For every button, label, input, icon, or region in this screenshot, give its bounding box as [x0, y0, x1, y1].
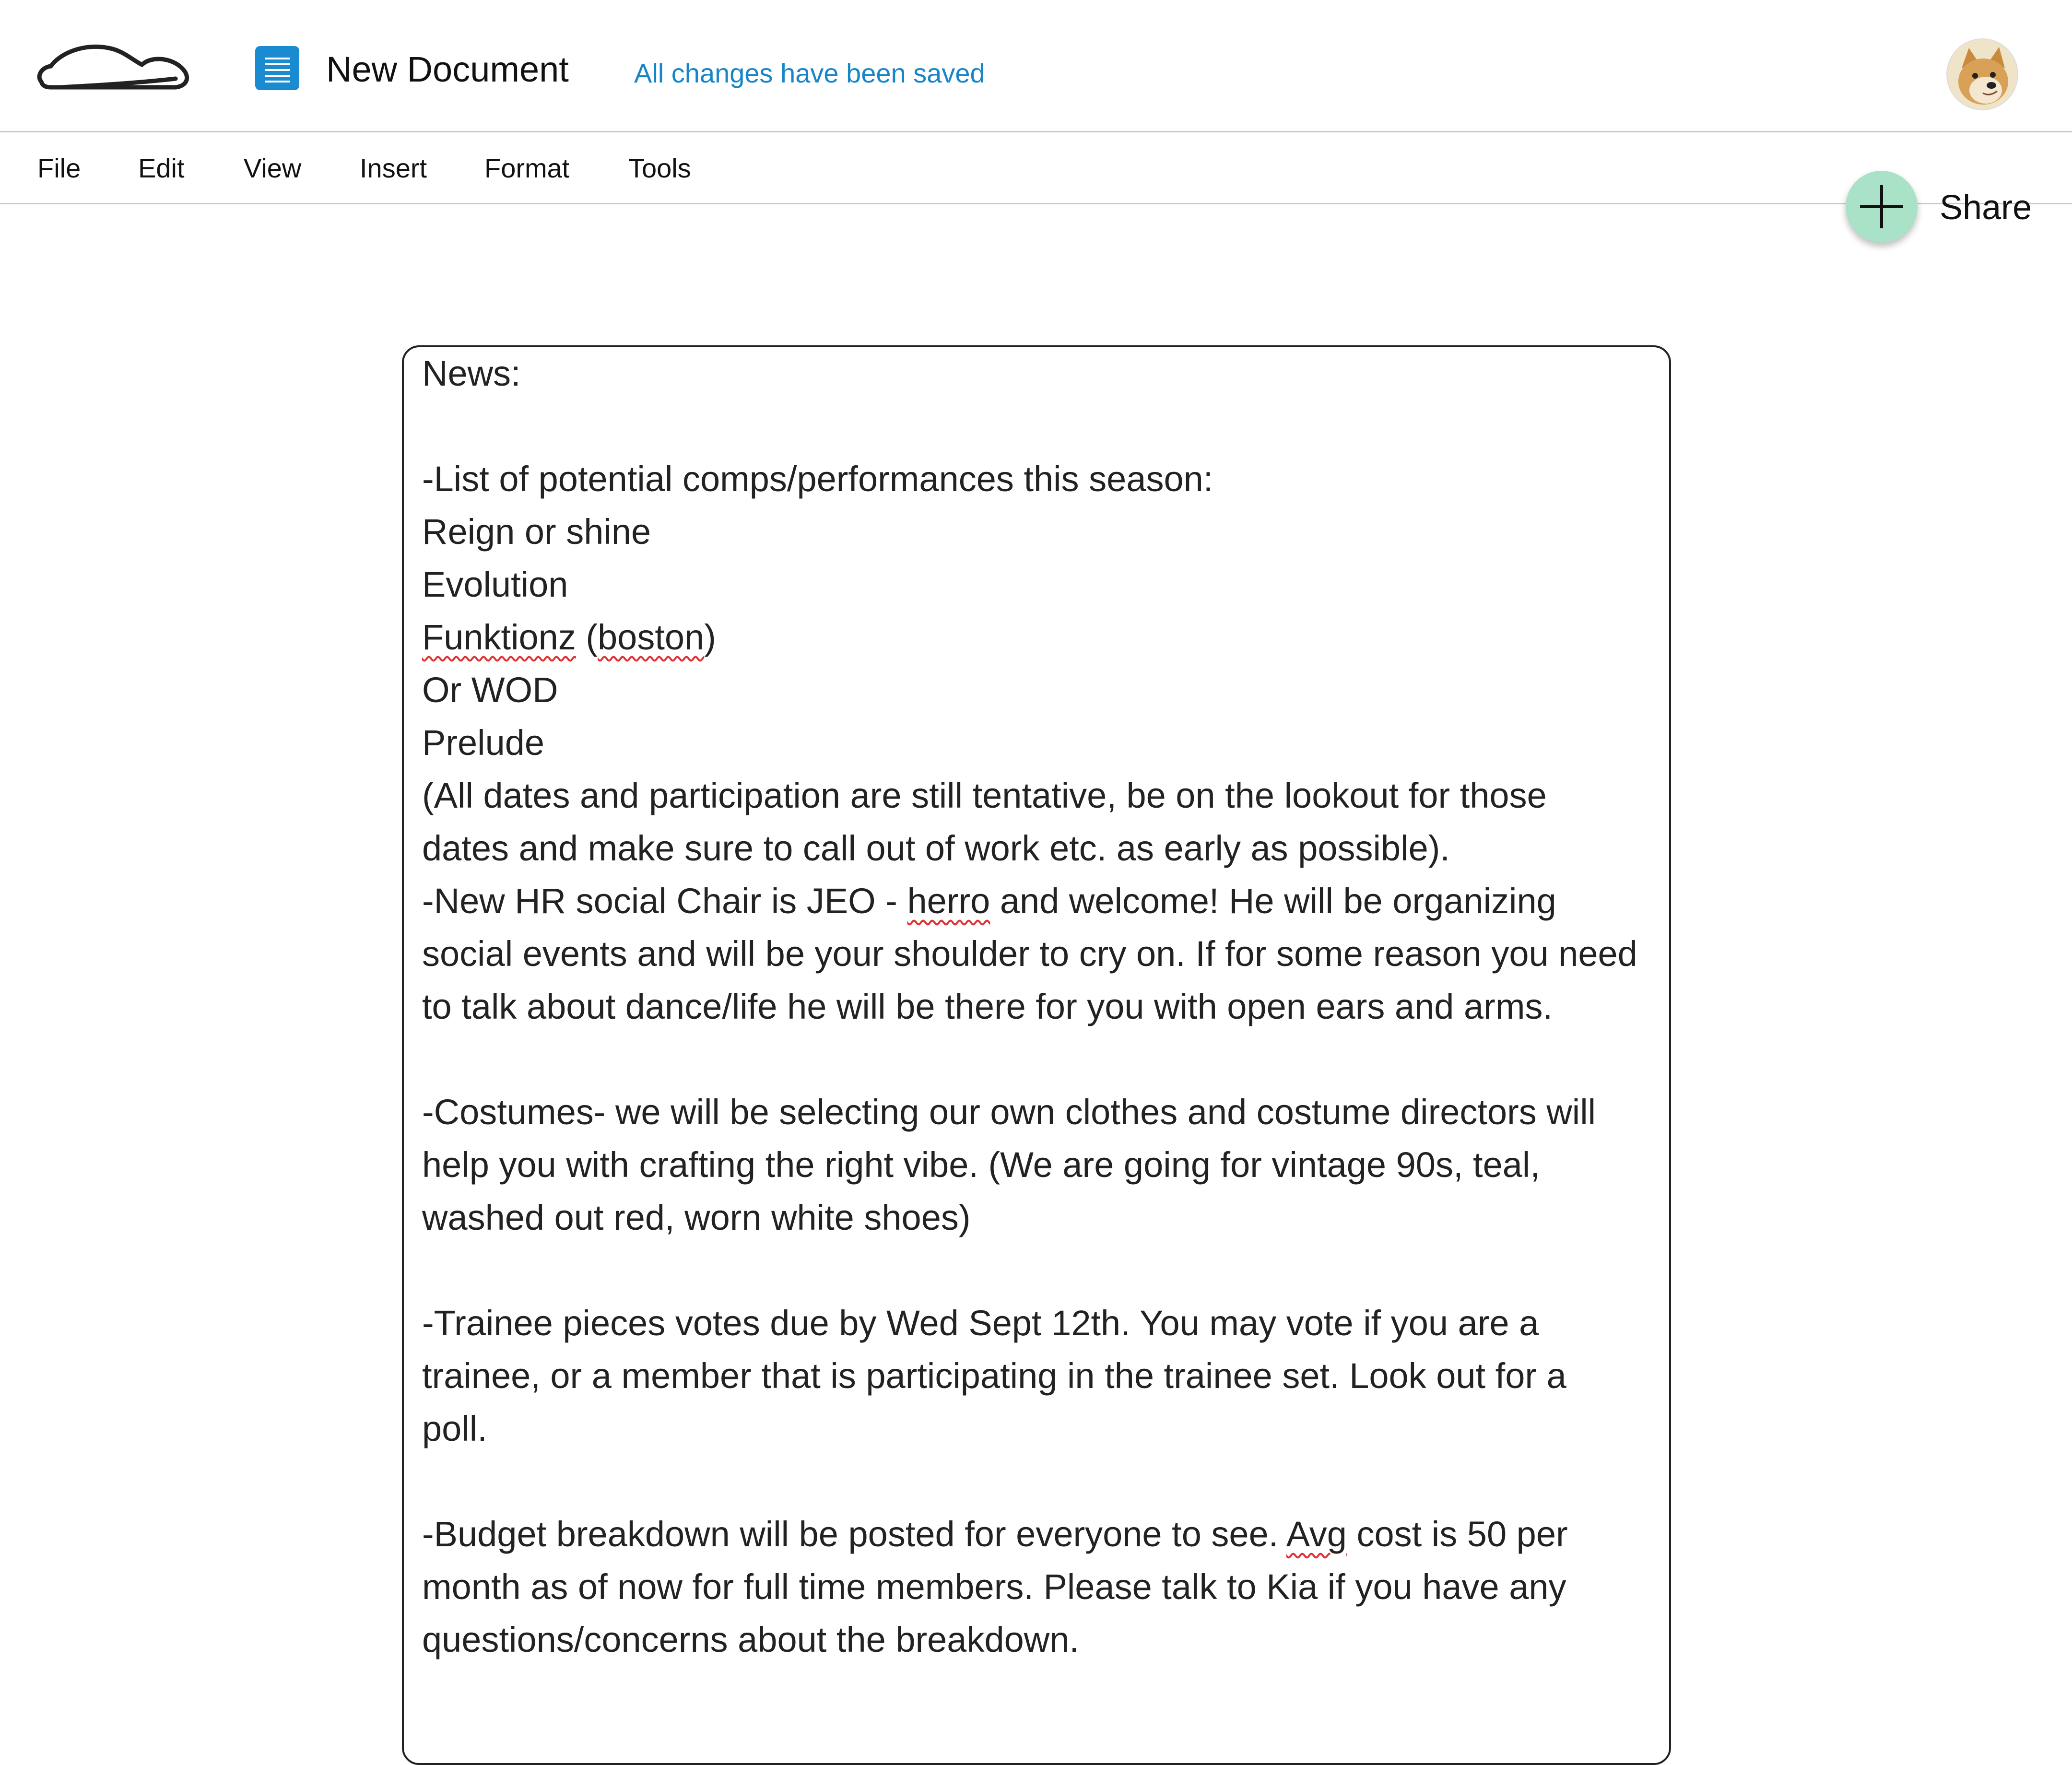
doc-line: social events and will be your shoulder … — [422, 934, 1637, 974]
share-label[interactable]: Share — [1940, 187, 2032, 228]
doc-line: -Costumes- we will be selecting our own … — [422, 1092, 1596, 1132]
doc-line: -List of potential comps/performances th… — [422, 459, 1213, 499]
menu-edit[interactable]: Edit — [138, 152, 185, 185]
doc-line: Reign or shine — [422, 512, 651, 552]
doc-line: Funktionz (boston) — [422, 617, 716, 657]
doc-line: trainee, or a member that is participati… — [422, 1356, 1566, 1396]
menu-view[interactable]: View — [244, 152, 301, 185]
misspelled-word[interactable]: boston — [598, 617, 704, 657]
document-editor[interactable]: News: -List of potential comps/performan… — [402, 345, 1671, 1765]
misspelled-word[interactable]: Funktionz — [422, 617, 576, 657]
menu-insert[interactable]: Insert — [360, 152, 427, 185]
doc-line: poll. — [422, 1409, 487, 1448]
doc-line: washed out red, worn white shoes) — [422, 1198, 971, 1237]
user-avatar[interactable] — [1946, 38, 2018, 110]
app-header: New Document All changes have been saved — [0, 0, 2072, 132]
doc-line: dates and make sure to call out of work … — [422, 828, 1450, 868]
menu-bar: File Edit View Insert Format Tools — [0, 132, 2072, 204]
cloud-logo-icon[interactable] — [32, 29, 193, 96]
menu-tools[interactable]: Tools — [628, 152, 691, 185]
save-status: All changes have been saved — [634, 58, 985, 88]
menu-format[interactable]: Format — [484, 152, 569, 185]
doc-line: Or WOD — [422, 670, 558, 710]
doc-line: questions/concerns about the breakdown. — [422, 1620, 1079, 1659]
menu-file[interactable]: File — [37, 152, 81, 185]
misspelled-word[interactable]: Avg — [1286, 1514, 1347, 1554]
document-icon — [255, 46, 299, 90]
doc-line: -Budget breakdown will be posted for eve… — [422, 1514, 1568, 1554]
share-button[interactable] — [1846, 171, 1918, 243]
doc-line: -New HR social Chair is JEO - herro and … — [422, 881, 1556, 921]
doc-line: News: — [422, 353, 521, 393]
doc-line: Evolution — [422, 565, 568, 604]
doc-line: -Trainee pieces votes due by Wed Sept 12… — [422, 1303, 1539, 1343]
doc-line: (All dates and participation are still t… — [422, 776, 1547, 815]
doc-line: Prelude — [422, 723, 545, 763]
doge-avatar-icon — [1947, 39, 2017, 109]
misspelled-word[interactable]: herro — [907, 881, 990, 921]
plus-icon — [1860, 185, 1903, 228]
document-title[interactable]: New Document — [326, 48, 569, 91]
doc-line: help you with crafting the right vibe. (… — [422, 1145, 1540, 1185]
doc-line: to talk about dance/life he will be ther… — [422, 987, 1553, 1026]
doc-line: month as of now for full time members. P… — [422, 1567, 1566, 1607]
